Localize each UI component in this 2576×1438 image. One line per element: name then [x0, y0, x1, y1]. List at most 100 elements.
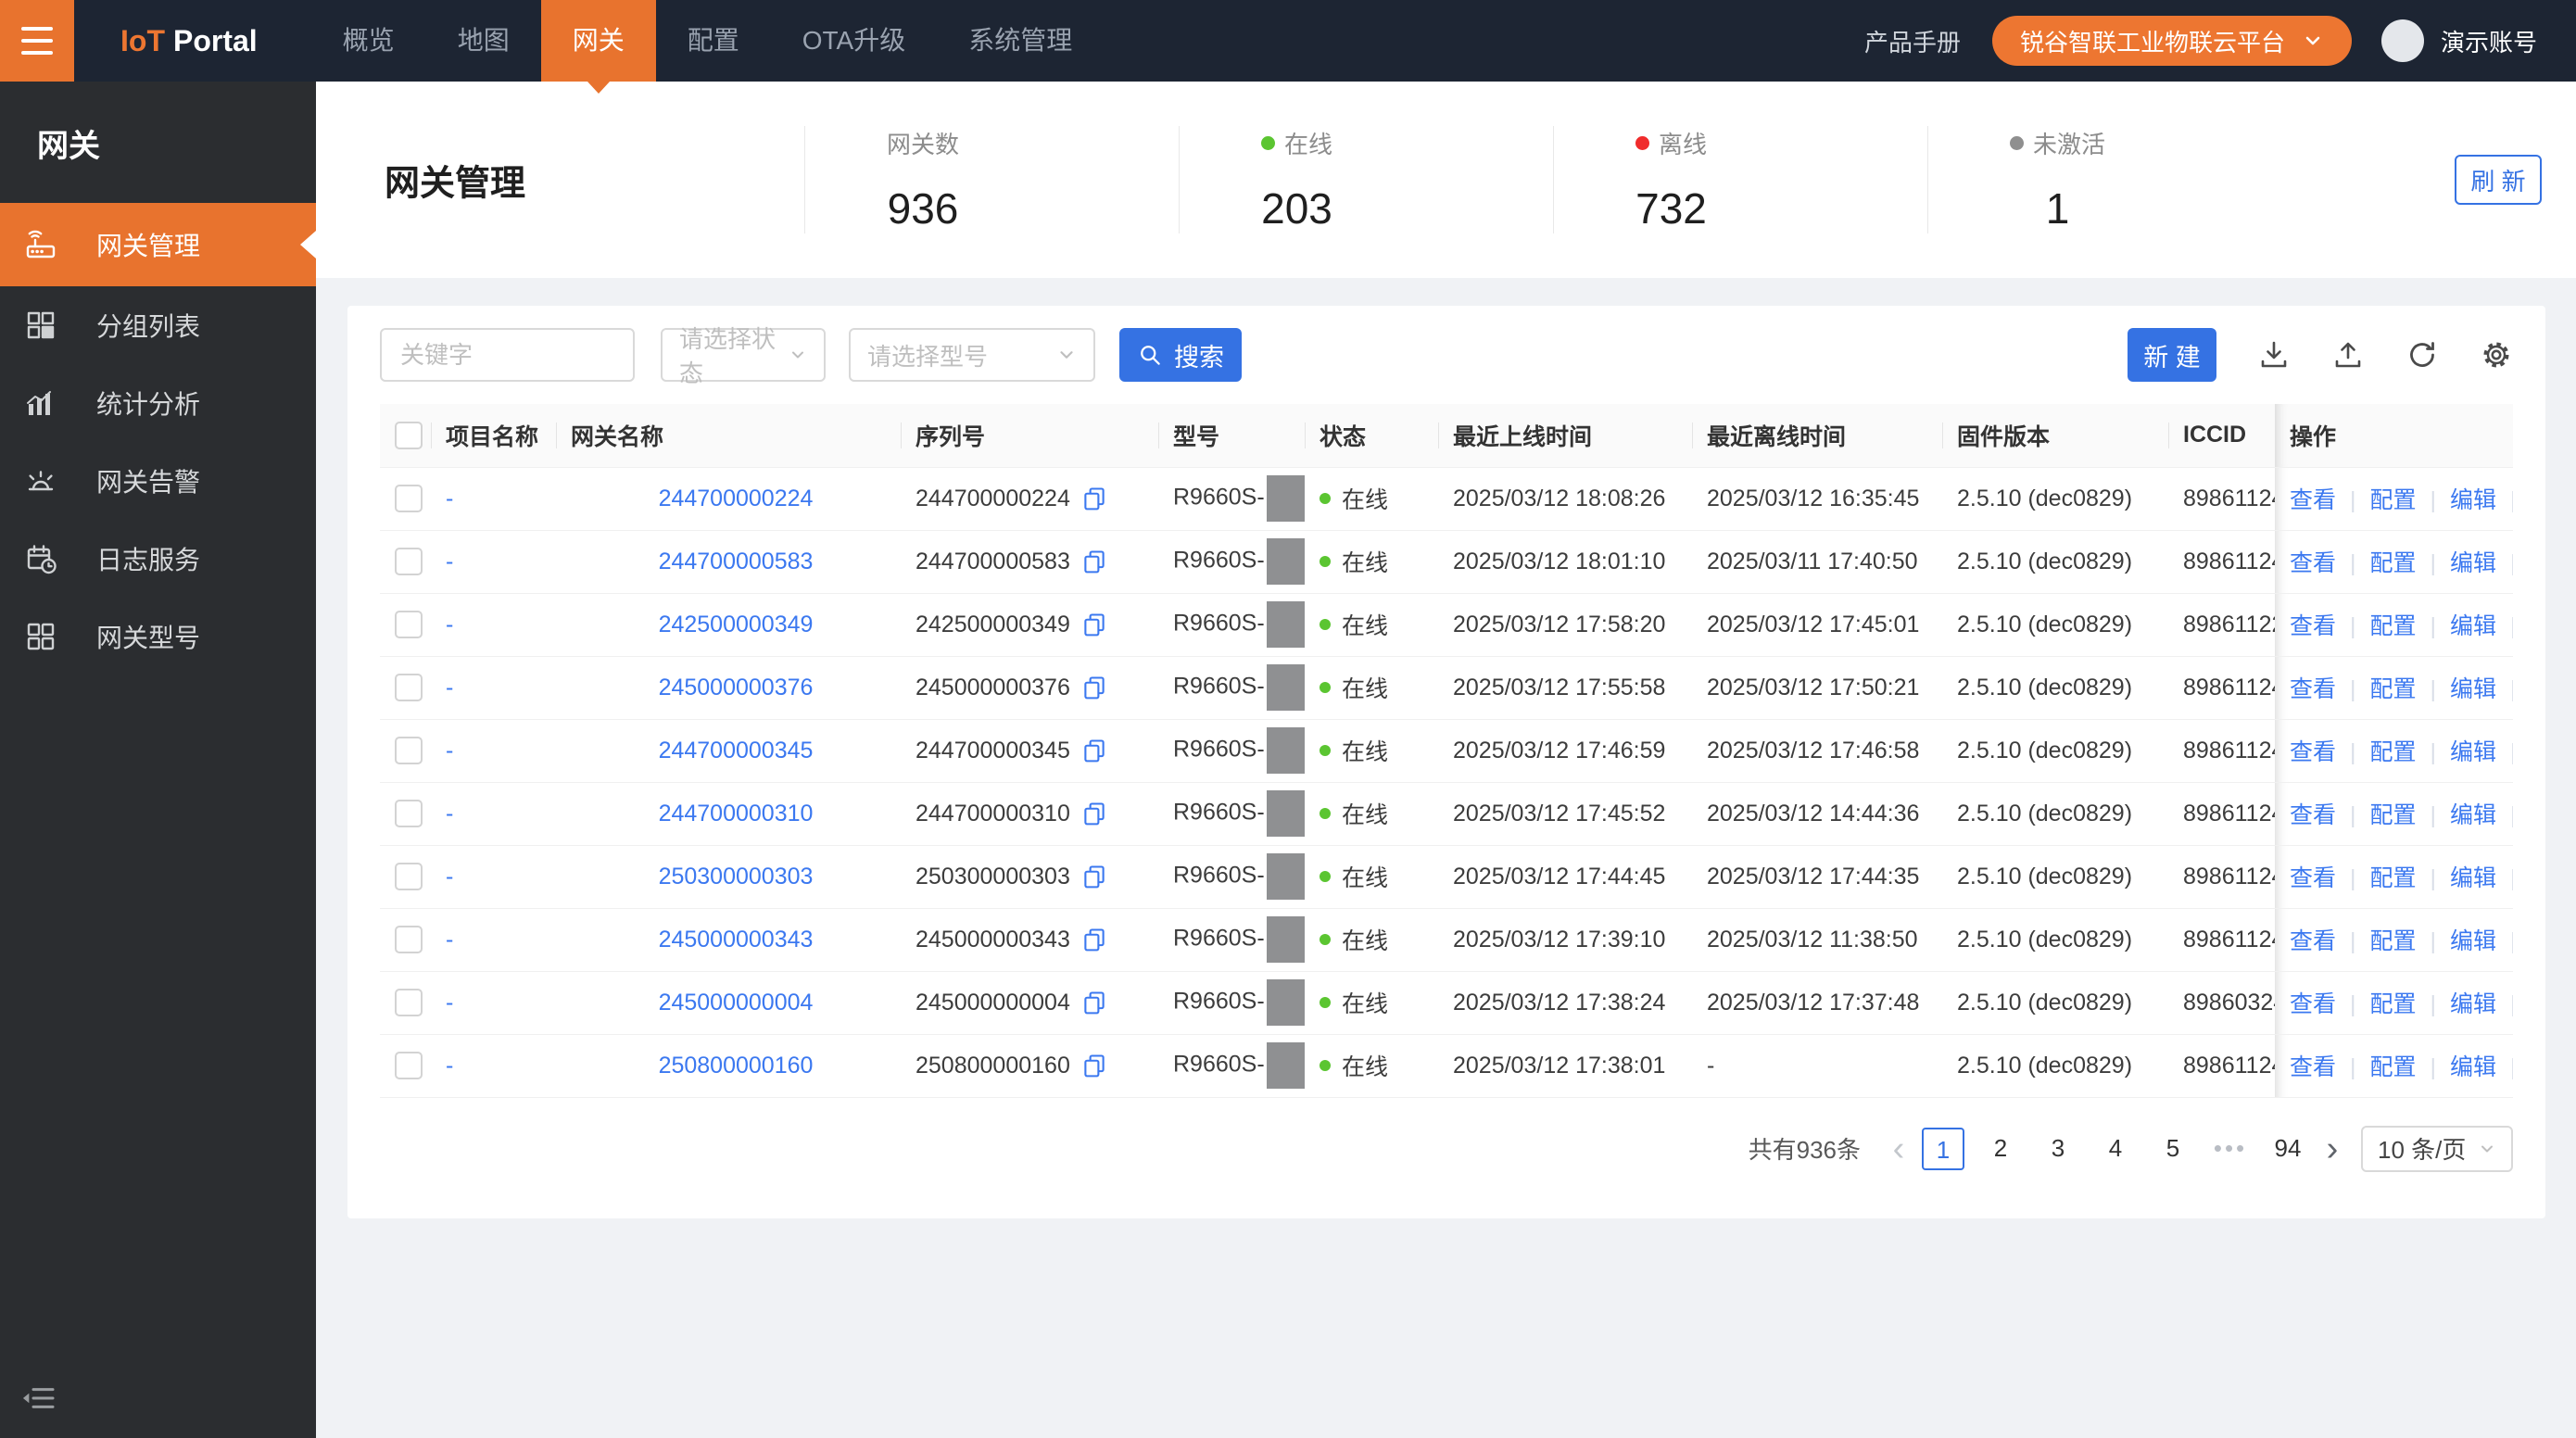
- edit-action[interactable]: 编辑: [2450, 865, 2496, 891]
- gateway-name-link[interactable]: 245000000343: [659, 927, 814, 952]
- sidebar-item[interactable]: 网关型号: [0, 598, 316, 675]
- project-name[interactable]: -: [446, 990, 453, 1015]
- edit-action[interactable]: 编辑: [2450, 550, 2496, 576]
- sidebar-item[interactable]: 网关管理: [0, 203, 316, 286]
- config-action[interactable]: 配置: [2370, 613, 2417, 639]
- select-all-checkbox[interactable]: [395, 421, 423, 449]
- edit-action[interactable]: 编辑: [2450, 991, 2496, 1017]
- config-action[interactable]: 配置: [2370, 991, 2417, 1017]
- top-nav-item[interactable]: 网关: [540, 0, 656, 82]
- view-action[interactable]: 查看: [2290, 991, 2336, 1017]
- create-button[interactable]: 新 建: [2128, 328, 2216, 382]
- gateway-name-link[interactable]: 242500000349: [659, 612, 814, 637]
- sidebar-item[interactable]: 统计分析: [0, 364, 316, 442]
- config-action[interactable]: 配置: [2370, 802, 2417, 828]
- gateway-name-link[interactable]: 244700000583: [659, 549, 814, 574]
- settings-icon[interactable]: [2480, 338, 2513, 372]
- sidebar-item[interactable]: 网关告警: [0, 442, 316, 520]
- view-action[interactable]: 查看: [2290, 613, 2336, 639]
- copy-icon[interactable]: [1081, 738, 1107, 763]
- gateway-name-link[interactable]: 250800000160: [659, 1053, 814, 1078]
- download-icon[interactable]: [2257, 338, 2291, 372]
- project-name[interactable]: -: [446, 801, 453, 826]
- config-action[interactable]: 配置: [2370, 1054, 2417, 1080]
- view-action[interactable]: 查看: [2290, 865, 2336, 891]
- row-checkbox[interactable]: [395, 611, 423, 639]
- top-nav-item[interactable]: 概览: [311, 0, 426, 82]
- edit-action[interactable]: 编辑: [2450, 676, 2496, 702]
- product-manual-link[interactable]: 产品手册: [1864, 24, 1961, 58]
- copy-icon[interactable]: [1081, 801, 1107, 826]
- edit-action[interactable]: 编辑: [2450, 487, 2496, 513]
- gateway-name-link[interactable]: 244700000224: [659, 486, 814, 511]
- gateway-name-link[interactable]: 245000000004: [659, 990, 814, 1015]
- top-nav-item[interactable]: OTA升级: [771, 0, 937, 82]
- project-name[interactable]: -: [446, 927, 453, 952]
- row-checkbox[interactable]: [395, 674, 423, 702]
- pagination-prev-icon[interactable]: ‹: [1883, 1129, 1914, 1169]
- gateway-name-link[interactable]: 244700000310: [659, 801, 814, 826]
- status-select[interactable]: 请选择状态: [661, 325, 826, 387]
- top-nav-item[interactable]: 配置: [656, 0, 771, 82]
- pagination-page[interactable]: 1: [1922, 1127, 1964, 1170]
- refresh-button[interactable]: 刷 新: [2455, 155, 2542, 205]
- copy-icon[interactable]: [1081, 927, 1107, 952]
- project-name[interactable]: -: [446, 486, 453, 511]
- pagination-page[interactable]: 94: [2267, 1128, 2309, 1170]
- gateway-name-link[interactable]: 245000000376: [659, 675, 814, 700]
- upload-icon[interactable]: [2331, 338, 2365, 372]
- config-action[interactable]: 配置: [2370, 487, 2417, 513]
- view-action[interactable]: 查看: [2290, 676, 2336, 702]
- platform-switch-button[interactable]: 锐谷智联工业物联云平台: [1991, 16, 2352, 66]
- row-checkbox[interactable]: [395, 800, 423, 828]
- project-name[interactable]: -: [446, 1053, 453, 1078]
- copy-icon[interactable]: [1081, 1053, 1107, 1078]
- view-action[interactable]: 查看: [2290, 928, 2336, 954]
- account-name[interactable]: 演示账号: [2441, 24, 2537, 58]
- row-checkbox[interactable]: [395, 926, 423, 954]
- sidebar-item[interactable]: 分组列表: [0, 286, 316, 364]
- project-name[interactable]: -: [446, 738, 453, 763]
- config-action[interactable]: 配置: [2370, 550, 2417, 576]
- row-checkbox[interactable]: [395, 1052, 423, 1080]
- view-action[interactable]: 查看: [2290, 739, 2336, 765]
- pagination-next-icon[interactable]: ›: [2317, 1129, 2348, 1169]
- pagination-page[interactable]: 3: [2037, 1128, 2079, 1170]
- row-checkbox[interactable]: [395, 737, 423, 765]
- project-name[interactable]: -: [446, 864, 453, 889]
- config-action[interactable]: 配置: [2370, 865, 2417, 891]
- config-action[interactable]: 配置: [2370, 928, 2417, 954]
- copy-icon[interactable]: [1081, 675, 1107, 700]
- project-name[interactable]: -: [446, 549, 453, 574]
- pagination-page[interactable]: 5: [2152, 1128, 2194, 1170]
- model-select[interactable]: 请选择型号: [849, 328, 1095, 382]
- edit-action[interactable]: 编辑: [2450, 1054, 2496, 1080]
- page-size-select[interactable]: 10 条/页: [2361, 1125, 2513, 1172]
- row-checkbox[interactable]: [395, 989, 423, 1017]
- avatar[interactable]: [2380, 19, 2424, 62]
- project-name[interactable]: -: [446, 675, 453, 700]
- copy-icon[interactable]: [1081, 864, 1107, 889]
- top-nav-item[interactable]: 地图: [426, 0, 541, 82]
- menu-fold-icon[interactable]: [20, 1379, 59, 1418]
- reload-icon[interactable]: [2406, 338, 2439, 372]
- row-checkbox[interactable]: [395, 548, 423, 576]
- top-nav-item[interactable]: 系统管理: [937, 0, 1104, 82]
- gateway-name-link[interactable]: 244700000345: [659, 738, 814, 763]
- pagination-page[interactable]: 4: [2094, 1128, 2137, 1170]
- copy-icon[interactable]: [1081, 612, 1107, 637]
- project-name[interactable]: -: [446, 612, 453, 637]
- view-action[interactable]: 查看: [2290, 487, 2336, 513]
- view-action[interactable]: 查看: [2290, 550, 2336, 576]
- pagination-page[interactable]: 2: [1979, 1128, 2022, 1170]
- edit-action[interactable]: 编辑: [2450, 739, 2496, 765]
- view-action[interactable]: 查看: [2290, 1054, 2336, 1080]
- view-action[interactable]: 查看: [2290, 802, 2336, 828]
- keyword-input[interactable]: [380, 328, 635, 382]
- config-action[interactable]: 配置: [2370, 676, 2417, 702]
- copy-icon[interactable]: [1081, 486, 1107, 511]
- pagination-page[interactable]: •••: [2209, 1128, 2252, 1170]
- sidebar-item[interactable]: 日志服务: [0, 520, 316, 598]
- row-checkbox[interactable]: [395, 485, 423, 513]
- gateway-name-link[interactable]: 250300000303: [659, 864, 814, 889]
